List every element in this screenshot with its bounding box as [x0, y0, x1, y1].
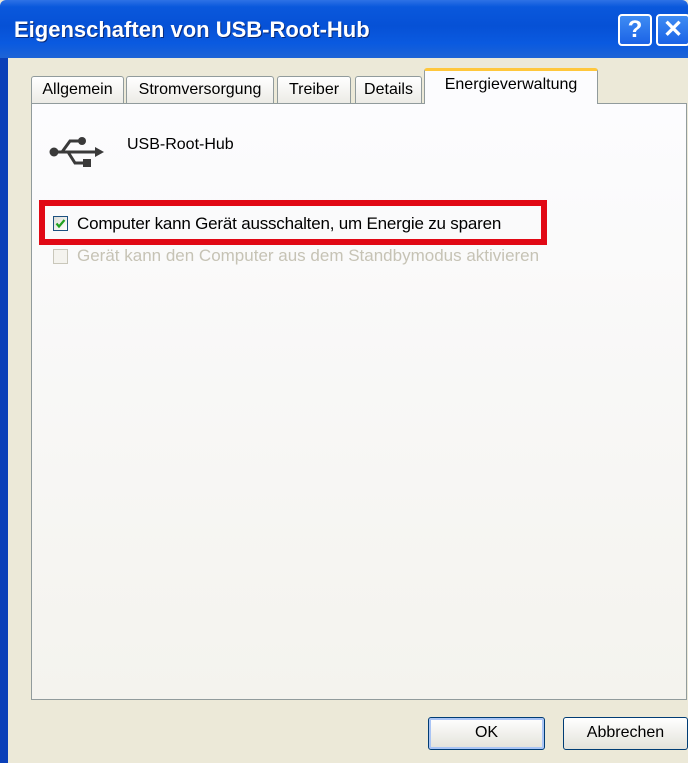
usb-icon — [49, 137, 104, 167]
ok-button[interactable]: OK — [428, 717, 545, 750]
title-bar[interactable]: Eigenschaften von USB-Root-Hub ? ✕ — [0, 0, 688, 58]
help-button[interactable]: ? — [618, 14, 652, 46]
tab-panel — [31, 103, 687, 700]
wake-computer-checkbox-label: Gerät kann den Computer aus dem Standbym… — [77, 246, 540, 265]
wake-computer-checkbox — [53, 249, 68, 264]
device-name: USB-Root-Hub — [127, 136, 234, 153]
highlight-box — [39, 200, 547, 245]
window-frame — [0, 58, 8, 763]
tab-details[interactable]: Details — [355, 76, 422, 103]
tab-allgemein[interactable]: Allgemein — [31, 76, 124, 103]
close-button[interactable]: ✕ — [656, 14, 688, 46]
tab-energieverwaltung[interactable]: Energieverwaltung — [424, 68, 598, 104]
tab-treiber[interactable]: Treiber — [277, 76, 351, 103]
window-title: Eigenschaften von USB-Root-Hub — [14, 17, 370, 42]
cancel-button[interactable]: Abbrechen — [563, 717, 688, 750]
tab-stromversorgung[interactable]: Stromversorgung — [126, 76, 274, 103]
